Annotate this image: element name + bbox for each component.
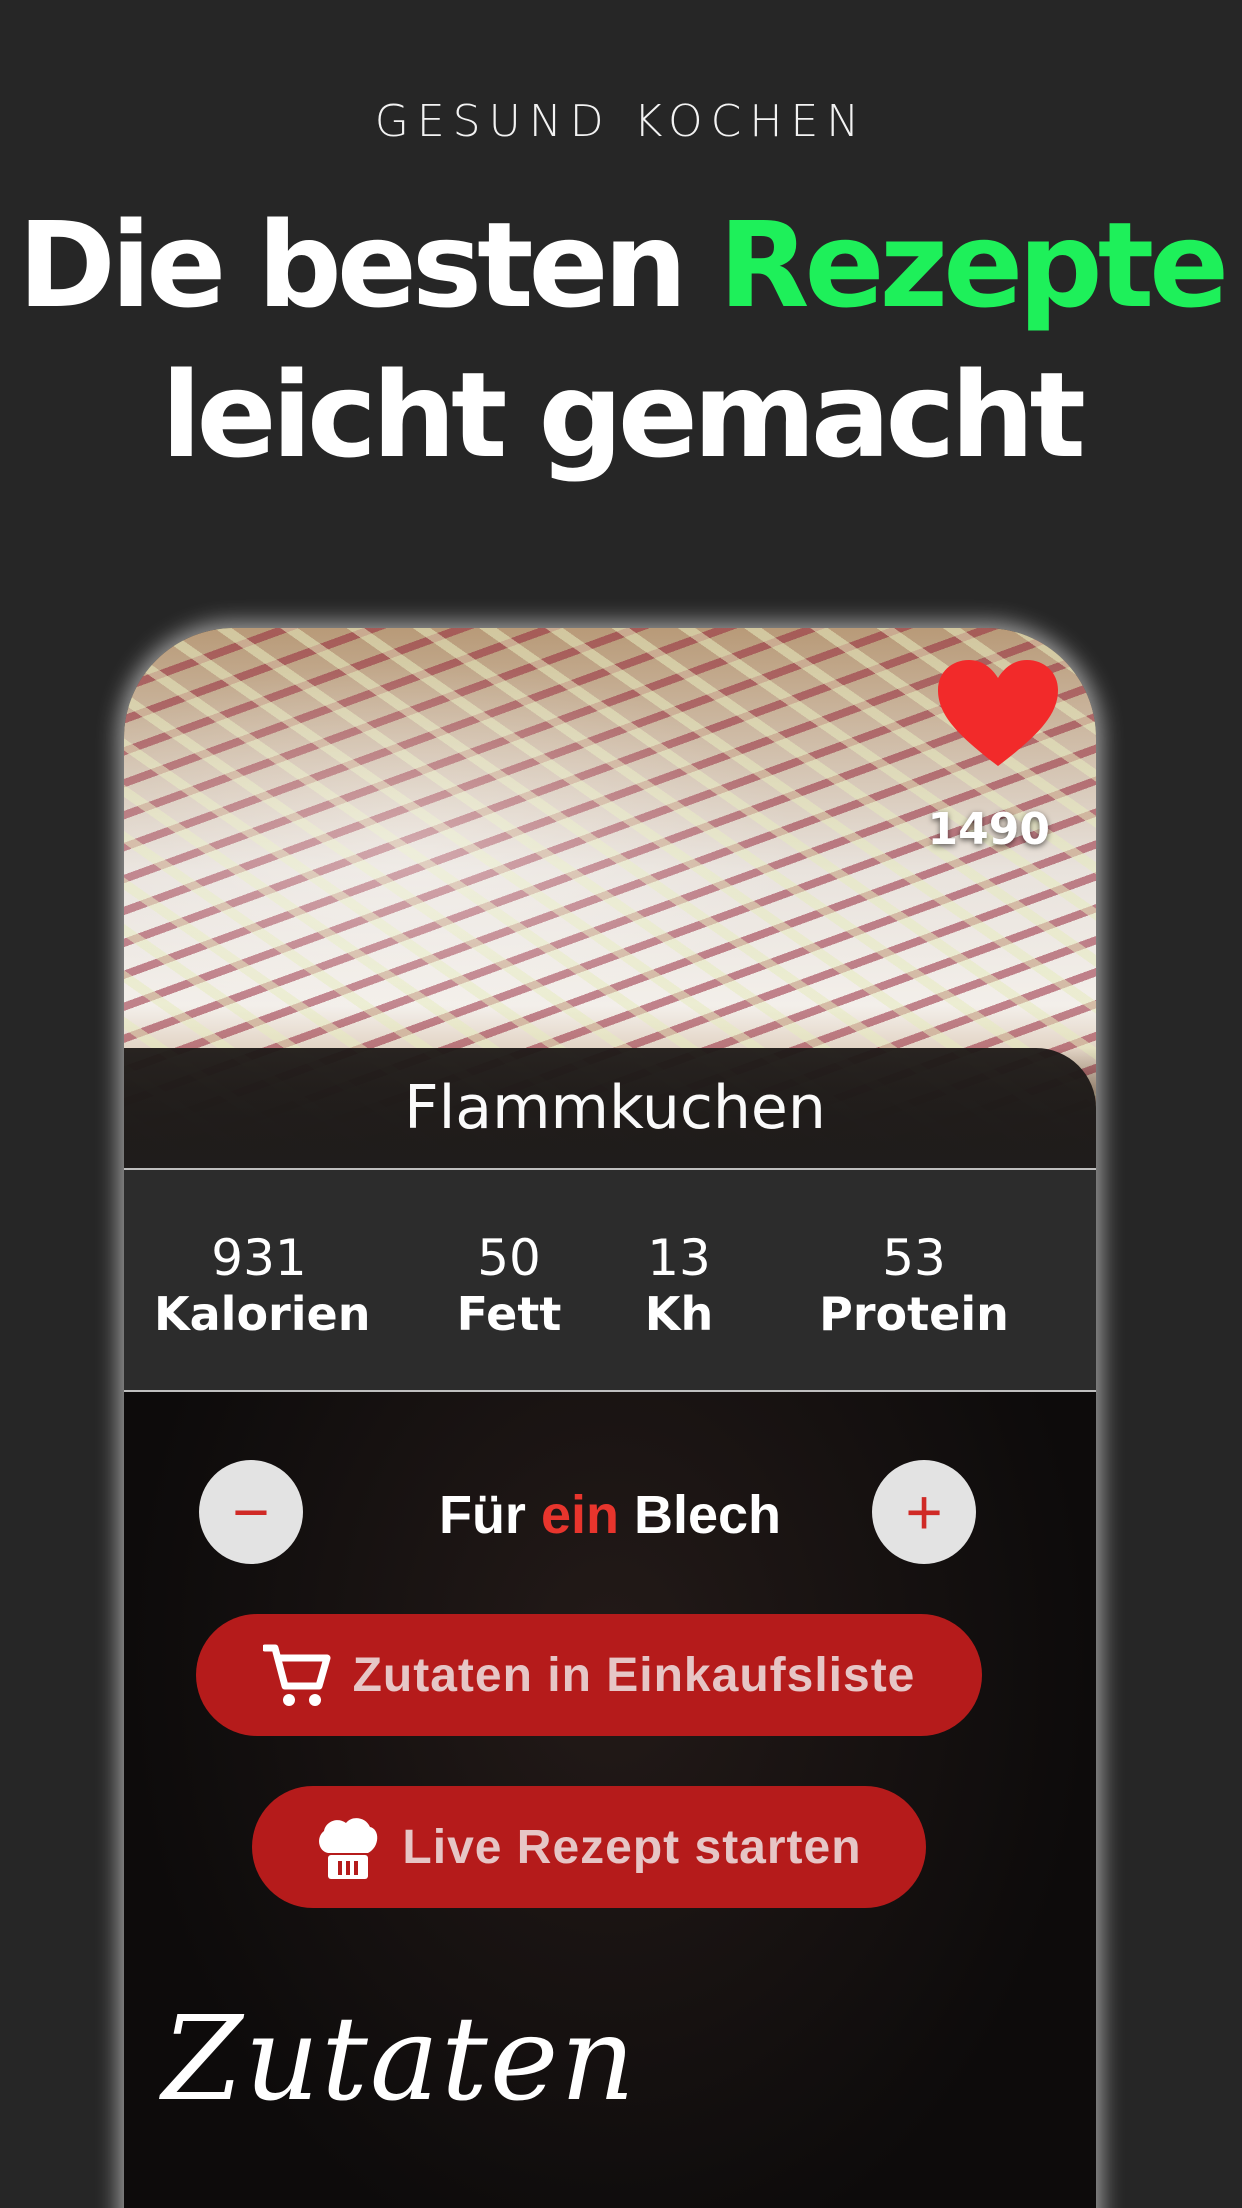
chef-hat-icon [319,1818,378,1879]
cart-icon [262,1644,331,1706]
phone-mockup: 1490 Flammkuchen 931 Kalorien 50 Fett 13… [124,628,1096,2208]
shopping-button-label: Zutaten in Einkaufsliste [352,1648,916,1702]
start-live-recipe-button[interactable]: Live Rezept starten [252,1786,926,1908]
servings-amount: ein [540,1485,619,1545]
nutrition-label: Kalorien [154,1287,371,1341]
likes-count: 1490 [927,804,1050,855]
heart-icon[interactable] [936,658,1060,770]
recipe-body: − Für ein Blech + Zutaten in Einkaufslis… [124,1392,1096,2208]
servings-prefix: Für [438,1485,541,1545]
headline-part1: Die besten [17,196,719,334]
headline-accent: Rezepte [718,196,1230,334]
nutrition-value: 50 [477,1229,541,1287]
add-to-shopping-list-button[interactable]: Zutaten in Einkaufsliste [196,1614,982,1736]
headline: Die besten Rezepte leicht gemacht [0,190,1242,490]
nutrition-label: Fett [456,1287,562,1341]
live-button-label: Live Rezept starten [402,1820,862,1874]
ingredients-heading: Zutaten [162,1992,638,2127]
nutrition-value: 931 [211,1229,307,1287]
ingredient-item: 1 x Ei [144,2200,309,2208]
increase-servings-button[interactable]: + [872,1460,976,1564]
nutrition-label: Kh [644,1287,714,1341]
recipe-title: Flammkuchen [404,1073,826,1143]
nutrition-panel: 931 Kalorien 50 Fett 13 Kh 53 Protein [124,1170,1096,1392]
nutrition-value: 13 [647,1229,711,1287]
plus-icon: + [905,1476,943,1548]
eyebrow-text: GESUND KOCHEN [374,96,868,147]
nutrition-label: Protein [819,1287,1009,1341]
nutrition-value: 53 [882,1229,946,1287]
nutrition-protein: 53 Protein [814,1230,1014,1342]
nutrition-carbs: 13 Kh [634,1230,724,1342]
nutrition-calories: 931 Kalorien [154,1229,371,1342]
servings-suffix: Blech [618,1485,782,1545]
nutrition-fat: 50 Fett [454,1230,564,1342]
recipe-title-bar: Flammkuchen [124,1048,1096,1170]
headline-line2: leicht gemacht [161,346,1086,484]
